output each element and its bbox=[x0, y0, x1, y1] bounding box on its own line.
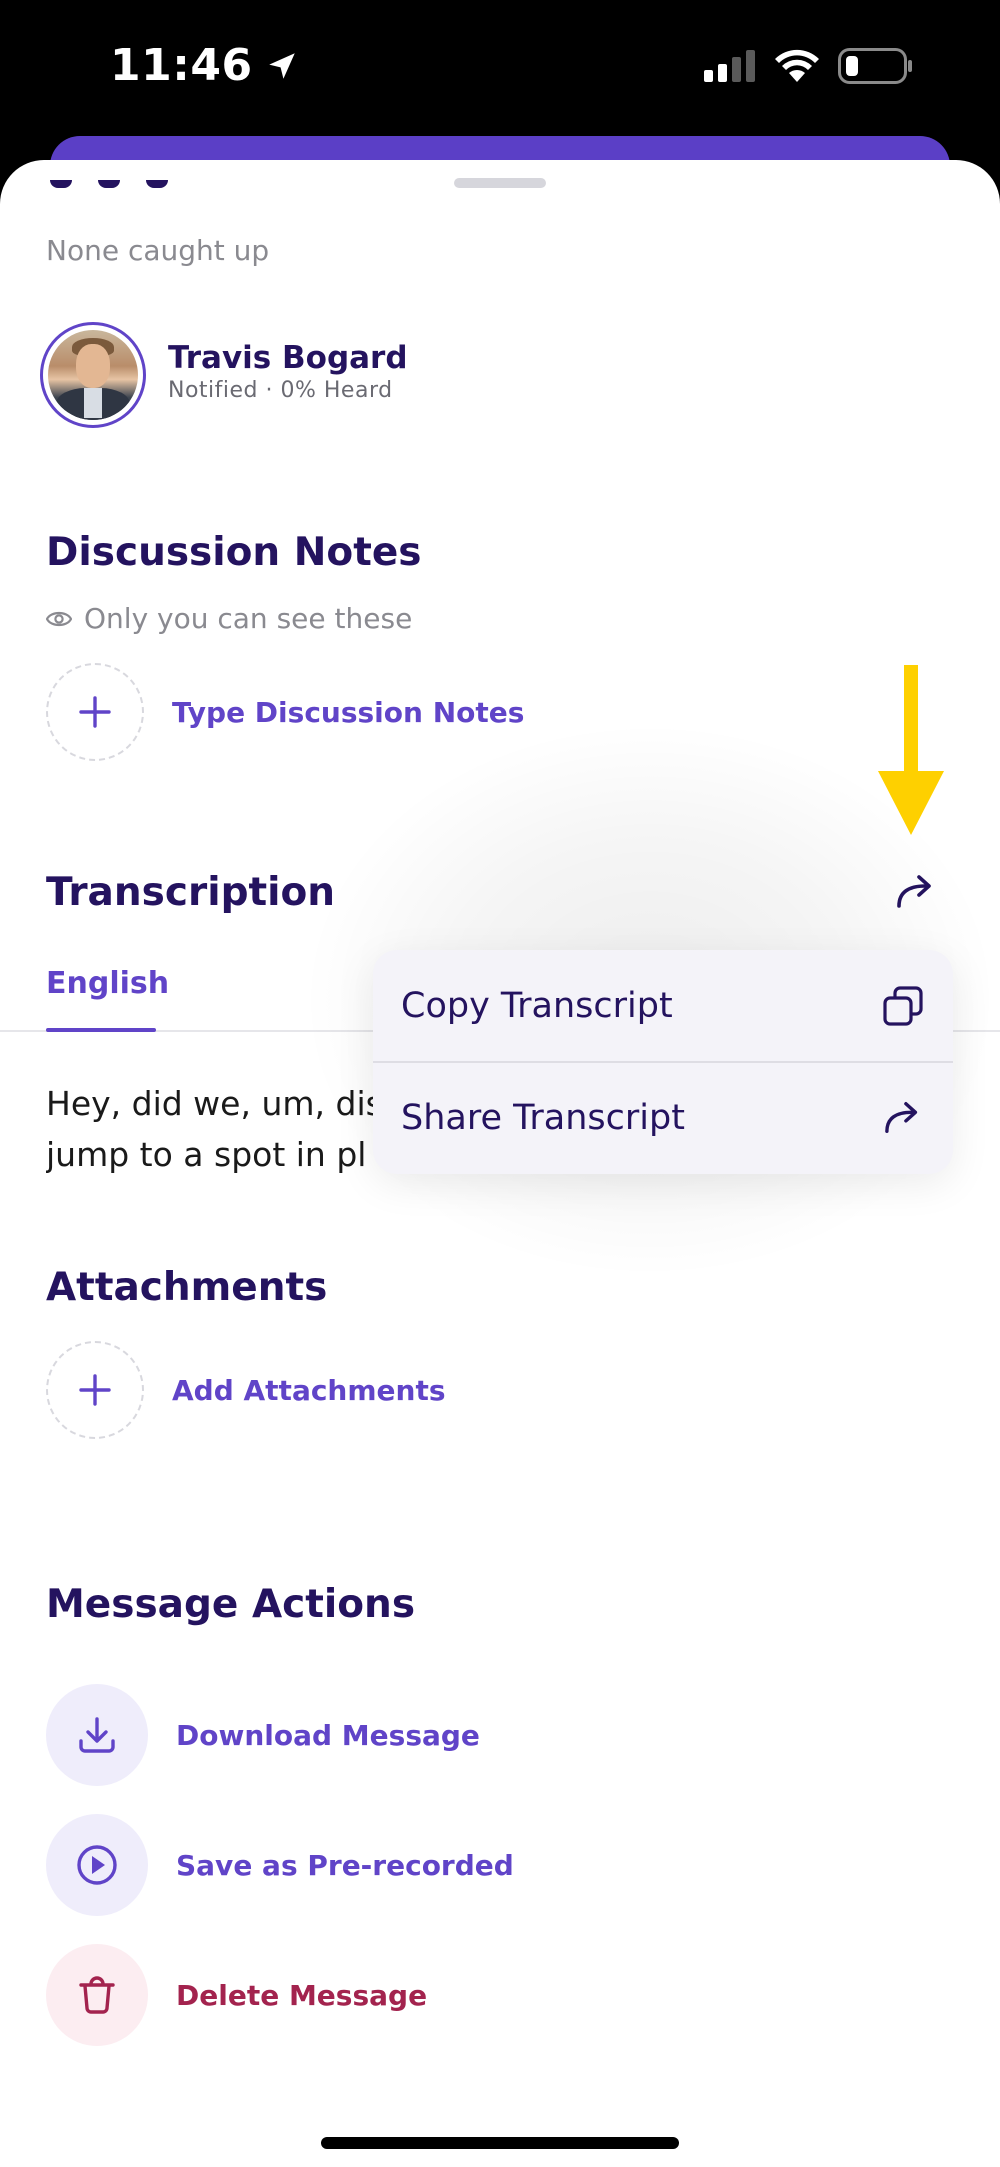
share-arrow-icon bbox=[885, 1102, 918, 1134]
privacy-text: Only you can see these bbox=[84, 602, 413, 635]
annotation-arrow-icon bbox=[878, 665, 944, 835]
message-actions-title: Message Actions bbox=[46, 1582, 416, 1627]
save-prerecorded-button[interactable]: Save as Pre-recorded bbox=[46, 1814, 514, 1916]
location-arrow-icon bbox=[268, 52, 295, 79]
plus-icon bbox=[79, 696, 111, 728]
trash-icon bbox=[79, 1976, 115, 2014]
battery-icon bbox=[838, 48, 912, 84]
download-message-label: Download Message bbox=[176, 1718, 480, 1752]
download-icon bbox=[79, 1717, 115, 1753]
transcription-title: Transcription bbox=[46, 870, 336, 915]
cellular-signal-icon bbox=[704, 50, 755, 82]
add-attachments-button[interactable]: Add Attachments bbox=[46, 1341, 446, 1439]
listeners-title-cut bbox=[46, 180, 186, 194]
delete-message-button[interactable]: Delete Message bbox=[46, 1944, 427, 2046]
transcript-menu: Copy Transcript Share Transcript bbox=[373, 950, 953, 1174]
save-prerecorded-label: Save as Pre-recorded bbox=[176, 1848, 514, 1882]
copy-transcript-label: Copy Transcript bbox=[401, 986, 673, 1026]
tab-english[interactable]: English bbox=[46, 966, 169, 1001]
copy-transcript-item[interactable]: Copy Transcript bbox=[373, 950, 953, 1062]
discussion-notes-title: Discussion Notes bbox=[46, 530, 422, 575]
listener-status: Notified · 0% Heard bbox=[168, 378, 393, 403]
listener-name: Travis Bogard bbox=[168, 340, 408, 376]
avatar-photo bbox=[48, 330, 138, 420]
status-bar: 11:46 bbox=[0, 0, 1000, 140]
download-message-button[interactable]: Download Message bbox=[46, 1684, 480, 1786]
status-time: 11:46 bbox=[110, 40, 299, 91]
caught-up-text: None caught up bbox=[46, 234, 270, 267]
add-attachments-circle bbox=[46, 1341, 144, 1439]
eye-icon bbox=[46, 611, 72, 626]
home-indicator[interactable] bbox=[321, 2137, 679, 2149]
share-transcript-item[interactable]: Share Transcript bbox=[373, 1062, 953, 1174]
privacy-note: Only you can see these bbox=[46, 602, 412, 635]
copy-icon bbox=[883, 986, 923, 1026]
attachments-title: Attachments bbox=[46, 1265, 328, 1310]
add-attachments-label: Add Attachments bbox=[172, 1373, 446, 1407]
message-details-sheet: None caught up Travis Bogard Notified · … bbox=[0, 160, 1000, 2167]
avatar[interactable] bbox=[40, 322, 146, 428]
status-icons bbox=[704, 48, 914, 84]
plus-icon bbox=[79, 1374, 111, 1406]
sheet-grabber[interactable] bbox=[454, 178, 546, 188]
play-circle-icon bbox=[77, 1845, 117, 1885]
save-prerecorded-circle bbox=[46, 1814, 148, 1916]
delete-circle bbox=[46, 1944, 148, 2046]
wifi-icon bbox=[775, 49, 819, 82]
delete-message-label: Delete Message bbox=[176, 1978, 428, 2012]
clock-text: 11:46 bbox=[110, 40, 253, 91]
download-circle bbox=[46, 1684, 148, 1786]
add-notes-circle bbox=[46, 663, 144, 761]
tab-active-indicator bbox=[46, 1028, 156, 1032]
share-transcript-label: Share Transcript bbox=[401, 1098, 685, 1138]
